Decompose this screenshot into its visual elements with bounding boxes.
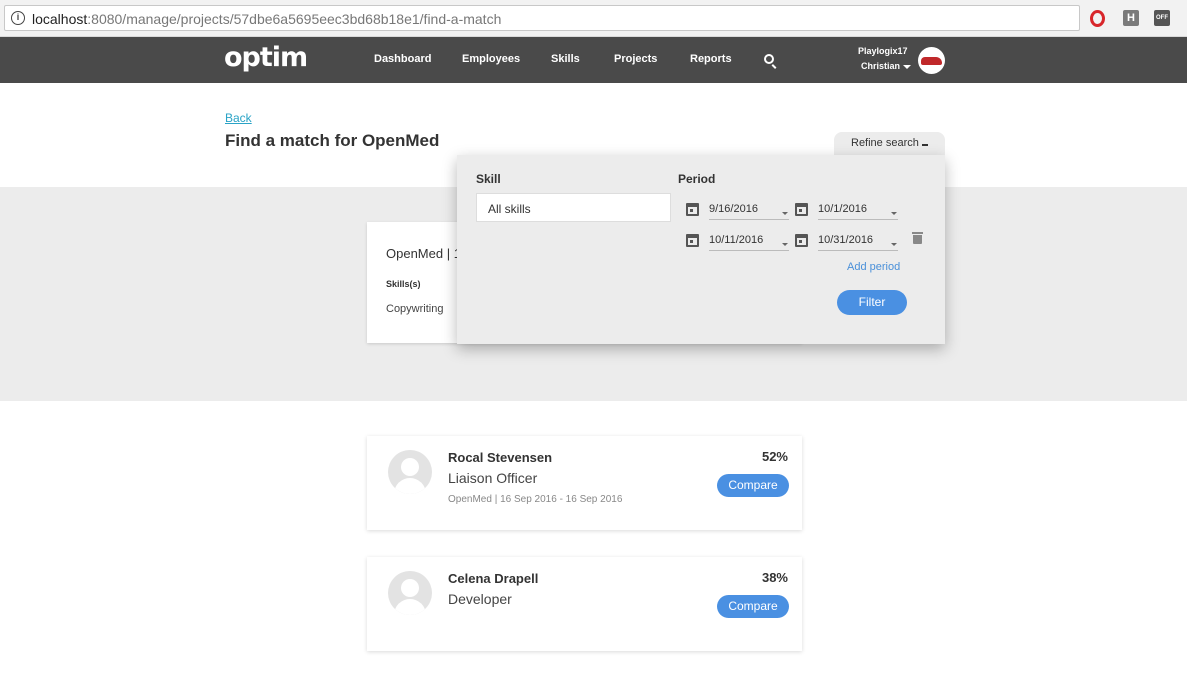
h-extension-icon[interactable]: H xyxy=(1123,10,1139,26)
dropdown-arrow-icon xyxy=(891,243,897,246)
date-value: 9/16/2016 xyxy=(709,203,789,220)
filter-button[interactable]: Filter xyxy=(837,290,907,315)
off-extension-icon[interactable]: OFF xyxy=(1154,10,1170,26)
compare-button[interactable]: Compare xyxy=(717,474,789,497)
url-text[interactable]: localhost:8080/manage/projects/57dbe6a56… xyxy=(32,11,501,27)
nav-employees[interactable]: Employees xyxy=(462,53,520,65)
period-2-to[interactable]: 10/31/2016 xyxy=(795,232,900,252)
page-title: Find a match for OpenMed xyxy=(225,131,440,150)
candidate-card: Celena Drapell Developer 38% Compare xyxy=(367,557,802,651)
project-skill: Copywriting xyxy=(386,303,444,315)
minus-icon xyxy=(922,144,928,146)
dropdown-arrow-icon xyxy=(891,212,897,215)
nav-projects[interactable]: Projects xyxy=(614,53,657,65)
avatar-car-image xyxy=(921,57,942,65)
url-path: :8080/manage/projects/57dbe6a5695eec3bd6… xyxy=(87,11,502,27)
dropdown-arrow-icon xyxy=(782,212,788,215)
candidate-role: Developer xyxy=(448,591,512,607)
caret-down-icon xyxy=(903,64,912,69)
calendar-icon xyxy=(686,203,699,216)
candidate-name: Celena Drapell xyxy=(448,571,539,586)
candidate-name: Rocal Stevensen xyxy=(448,450,553,465)
period-label: Period xyxy=(678,172,716,186)
date-value: 10/1/2016 xyxy=(818,203,898,220)
user-avatar[interactable] xyxy=(918,47,945,74)
user-menu[interactable]: Christian xyxy=(861,61,912,71)
info-icon[interactable]: i xyxy=(11,11,25,25)
match-percent: 38% xyxy=(761,570,788,585)
avatar-placeholder-icon xyxy=(388,571,432,615)
dropdown-arrow-icon xyxy=(782,243,788,246)
candidate-assignment: OpenMed | 16 Sep 2016 - 16 Sep 2016 xyxy=(448,494,623,505)
date-value: 10/31/2016 xyxy=(818,234,898,251)
opera-icon[interactable] xyxy=(1090,10,1105,27)
add-period-link[interactable]: Add period xyxy=(847,261,900,273)
refine-search-label: Refine search xyxy=(851,137,919,149)
trash-icon[interactable] xyxy=(912,232,923,244)
url-host: localhost xyxy=(32,11,88,27)
compare-button[interactable]: Compare xyxy=(717,595,789,618)
calendar-icon xyxy=(795,234,808,247)
back-link[interactable]: Back xyxy=(225,111,252,125)
address-bar[interactable]: i localhost:8080/manage/projects/57dbe6a… xyxy=(4,5,1080,31)
calendar-icon xyxy=(686,234,699,247)
nav-skills[interactable]: Skills xyxy=(551,53,580,65)
app-navbar: optim Dashboard Employees Skills Project… xyxy=(0,37,1187,83)
skill-input[interactable]: All skills xyxy=(476,193,671,222)
candidate-card: Rocal Stevensen Liaison Officer OpenMed … xyxy=(367,436,802,530)
org-name: Playlogix17 xyxy=(858,46,908,56)
match-percent: 52% xyxy=(761,449,788,464)
skill-label: Skill xyxy=(476,172,501,186)
period-1-from[interactable]: 9/16/2016 xyxy=(686,201,791,221)
optim-logo[interactable]: optim xyxy=(224,42,308,73)
period-1-to[interactable]: 10/1/2016 xyxy=(795,201,900,221)
nav-reports[interactable]: Reports xyxy=(690,53,732,65)
nav-dashboard[interactable]: Dashboard xyxy=(374,53,431,65)
refine-search-panel: Skill Period All skills 9/16/2016 10/1/2… xyxy=(457,155,945,344)
browser-toolbar: i localhost:8080/manage/projects/57dbe6a… xyxy=(0,0,1187,37)
skills-label: Skills(s) xyxy=(386,279,421,289)
search-icon[interactable] xyxy=(764,54,774,64)
project-title: OpenMed | 1 xyxy=(386,246,461,261)
date-value: 10/11/2016 xyxy=(709,234,789,251)
candidate-role: Liaison Officer xyxy=(448,470,538,486)
avatar-placeholder-icon xyxy=(388,450,432,494)
calendar-icon xyxy=(795,203,808,216)
period-2-from[interactable]: 10/11/2016 xyxy=(686,232,791,252)
user-name: Christian xyxy=(861,61,901,71)
